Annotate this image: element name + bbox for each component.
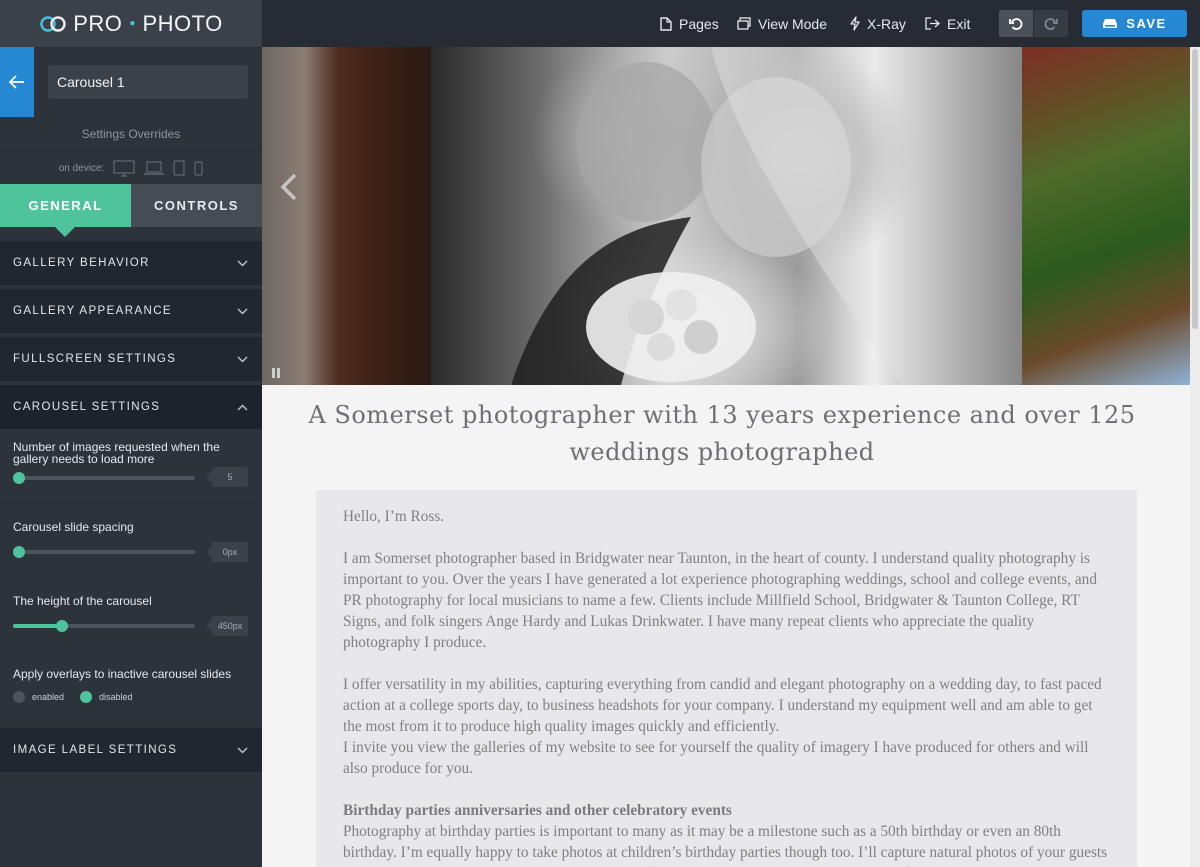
page-scrollbar[interactable] [1190, 47, 1200, 867]
section-title: IMAGE LABEL SETTINGS [13, 744, 178, 756]
slider-fill [13, 624, 63, 628]
carousel-slide-previous[interactable] [262, 47, 431, 385]
settings-overrides-label: Settings Overrides [0, 117, 262, 151]
slider-handle[interactable] [13, 472, 25, 484]
lightning-icon [850, 16, 860, 31]
pages-button[interactable]: Pages [660, 0, 719, 47]
chevron-down-icon [237, 259, 248, 267]
wedding-photo-illustration [511, 47, 1022, 385]
tab-general[interactable]: GENERAL [0, 184, 131, 237]
slide-spacing-value[interactable]: 0px [206, 542, 248, 562]
undo-icon [1009, 17, 1023, 30]
section-title: FULLSCREEN SETTINGS [13, 353, 177, 365]
pause-icon[interactable] [270, 367, 282, 379]
carousel-slide-next[interactable] [1022, 47, 1190, 385]
back-button[interactable] [0, 47, 34, 117]
overlays-label: Apply overlays to inactive carousel slid… [13, 667, 232, 681]
chevron-left-icon[interactable] [278, 172, 300, 202]
brand-photo: PHOTO [142, 10, 223, 36]
paragraph: I am Somerset photographer based in Brid… [343, 550, 1097, 651]
images-requested-slider[interactable] [13, 472, 195, 484]
save-button[interactable]: SAVE [1082, 10, 1187, 37]
pro-photo-logo-icon [40, 15, 66, 32]
undo-button[interactable] [999, 10, 1033, 37]
slide-spacing-slider[interactable] [13, 546, 195, 558]
carousel-height-value[interactable]: 450px [206, 616, 248, 636]
page-preview: A Somerset photographer with 13 years ex… [262, 47, 1190, 867]
section-image-label-settings[interactable]: IMAGE LABEL SETTINGS [0, 728, 262, 772]
images-requested-label: Number of images requested when the gall… [13, 440, 220, 466]
element-name-input[interactable] [48, 65, 248, 99]
view-mode-button[interactable]: View Mode [737, 0, 827, 47]
radio-label: enabled [32, 692, 65, 702]
xray-button[interactable]: X-Ray [850, 0, 906, 47]
carousel-height-label: The height of the carousel [13, 594, 152, 608]
tab-controls[interactable]: CONTROLS [131, 184, 262, 227]
section-carousel-settings[interactable]: CAROUSEL SETTINGS [0, 385, 262, 429]
section-title: GALLERY APPEARANCE [13, 305, 173, 317]
image-carousel[interactable] [262, 47, 1190, 385]
top-toolbar: PRO ● PHOTO Pages View Mode X-Ray Exit S… [0, 0, 1200, 47]
arrow-left-icon [9, 75, 24, 89]
on-device-label: on device: [58, 162, 105, 174]
content-block: Hello, I’m Ross. I am Somerset photograp… [316, 490, 1137, 867]
scrollbar-thumb[interactable] [1192, 49, 1198, 329]
slide-spacing-label: Carousel slide spacing [13, 520, 134, 534]
exit-button[interactable]: Exit [925, 0, 970, 47]
radio-label: disabled [99, 692, 133, 702]
save-label: SAVE [1126, 16, 1167, 31]
carousel-slide-active[interactable] [431, 47, 1022, 385]
pro-photo-logo: PRO ● PHOTO [0, 0, 262, 47]
divider [0, 577, 262, 578]
exit-label: Exit [947, 15, 971, 32]
chevron-up-icon [237, 403, 248, 411]
window-icon [737, 17, 751, 30]
tablet-icon[interactable] [173, 160, 185, 176]
save-drive-icon [1103, 19, 1118, 28]
paragraph: Hello, I’m Ross. [343, 508, 445, 525]
section-gallery-behavior[interactable]: GALLERY BEHAVIOR [0, 241, 262, 285]
redo-icon [1044, 17, 1058, 30]
redo-button[interactable] [1034, 10, 1068, 37]
brand-dot: ● [129, 18, 136, 29]
carousel-height-slider[interactable] [13, 620, 195, 632]
subheading: Birthday parties anniversaries and other… [343, 802, 732, 819]
paragraph: I offer versatility in my abilities, cap… [343, 676, 1102, 735]
device-selector: on device: [0, 152, 262, 184]
paragraph: I invite you view the galleries of my we… [343, 739, 1089, 777]
laptop-icon[interactable] [144, 161, 165, 175]
divider [0, 651, 262, 652]
exit-icon [925, 17, 940, 30]
page-title: A Somerset photographer with 13 years ex… [308, 401, 1136, 466]
pages-label: Pages [679, 15, 719, 32]
radio-dot [80, 691, 92, 703]
section-gallery-appearance[interactable]: GALLERY APPEARANCE [0, 289, 262, 333]
view-mode-label: View Mode [758, 15, 828, 32]
slider-handle[interactable] [56, 620, 69, 632]
overlays-disabled-radio[interactable]: disabled [80, 691, 133, 703]
chevron-down-icon [237, 355, 248, 363]
xray-label: X-Ray [867, 15, 906, 32]
chevron-down-icon [237, 746, 248, 754]
section-fullscreen-settings[interactable]: FULLSCREEN SETTINGS [0, 337, 262, 381]
section-title: GALLERY BEHAVIOR [13, 257, 150, 269]
images-requested-value[interactable]: 5 [206, 467, 248, 487]
phone-icon[interactable] [194, 160, 203, 176]
brand-pro: PRO [73, 10, 123, 36]
desktop-icon[interactable] [113, 159, 135, 177]
radio-dot [13, 691, 25, 703]
settings-sidebar: Settings Overrides on device: GENERAL CO… [0, 47, 262, 867]
slider-handle[interactable] [13, 546, 25, 558]
chevron-down-icon [237, 307, 248, 315]
section-title: CAROUSEL SETTINGS [13, 401, 161, 413]
page-icon [660, 16, 672, 31]
paragraph: Photography at birthday parties is impor… [343, 823, 1108, 867]
overlays-enabled-radio[interactable]: enabled [13, 691, 64, 703]
divider [0, 503, 262, 504]
